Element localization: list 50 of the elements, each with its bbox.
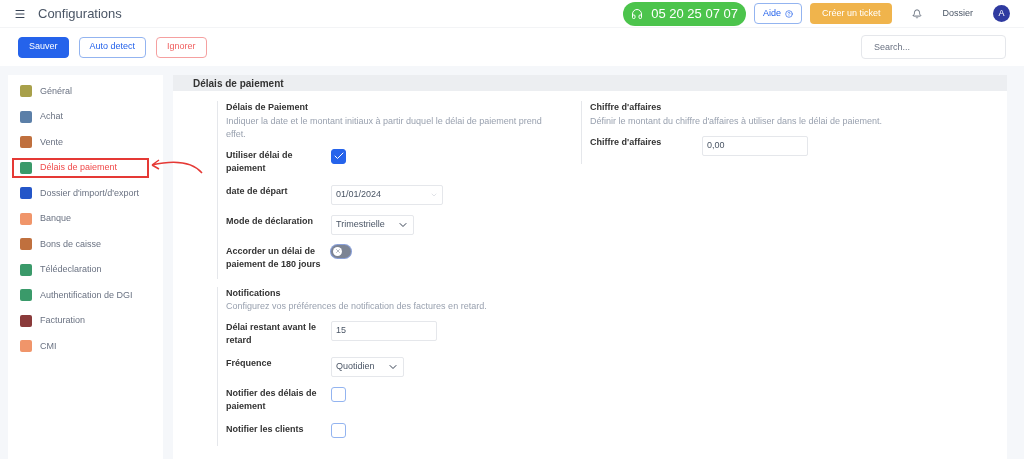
field-label: Mode de déclaration [226,214,315,228]
help-icon [784,9,793,18]
panel-title: Délais de paiement [173,75,1007,91]
sidebar-item[interactable]: Facturation [12,310,149,331]
toolbar-button[interactable]: Ignorer [156,36,207,58]
field-label: Chiffre d'affaires [590,135,663,149]
sidebar-item[interactable]: Dossier d'import/d'export [12,183,149,204]
checkbox[interactable] [331,148,346,164]
checkbox[interactable] [331,423,346,438]
field-label: date de départ [226,184,289,198]
section-title: Délais de Paiement [226,101,310,114]
headset-icon [631,7,644,20]
date-field[interactable]: 01/01/2024 [331,184,443,205]
help-button[interactable]: Aide [753,3,802,24]
sidebar-item[interactable]: Délais de paiement [12,157,149,178]
section-description: Indiquer la date et le montant initiaux à partir duquel le délai de paiement prend effet. [226,114,543,141]
field-label: Notifier les clients [226,423,305,436]
section-description: Configurez vos préférences de notification des factures en retard. [226,300,488,313]
section-title: Notifications [226,286,282,300]
bell-icon[interactable] [912,8,923,19]
toolbar-button[interactable]: Auto detect [78,36,147,58]
sidebar-item[interactable]: Bons de caisse [12,234,149,255]
input-field[interactable]: 15 [331,321,437,341]
field-label: Fréquence [226,357,273,370]
sidebar-item[interactable]: CMI [12,336,149,357]
checkbox[interactable] [331,387,346,402]
field-label: Délai restant avant le retard [226,321,318,347]
toggle-switch[interactable] [331,244,351,258]
cross-icon [334,248,341,254]
select-field[interactable]: Quotidien [331,357,404,377]
sidebar-item[interactable]: Authentification de DGI [12,285,149,306]
menu-icon[interactable] [14,7,26,20]
check-icon [332,150,345,162]
section-description: Définir le montant du chiffre d'affaires à utiliser dans le délai de paiement. [590,114,884,128]
sidebar-item[interactable]: Achat [12,106,149,127]
page-title: Configurations [38,4,122,23]
select-field[interactable]: Trimestrielle [331,214,414,235]
sidebar-item[interactable]: Vente [12,132,149,153]
field-label: Accorder un délai de paiement de 180 jours [226,244,322,271]
toolbar-button[interactable]: Sauver [18,36,69,58]
field-label: Notifier des délais de paiement [226,387,318,413]
avatar[interactable]: A [993,5,1010,22]
dossier-link[interactable]: Dossier [942,6,973,21]
field-label: Utiliser délai de paiement [226,148,294,175]
sidebar-item[interactable]: Télédeclaration [12,259,149,280]
sidebar-item[interactable]: Général [12,81,149,102]
input-field[interactable]: 0,00 [702,135,808,156]
sidebar-item[interactable]: Banque [12,208,149,229]
section-title: Chiffre d'affaires [590,101,663,114]
search-field[interactable]: Search... [861,35,1006,59]
